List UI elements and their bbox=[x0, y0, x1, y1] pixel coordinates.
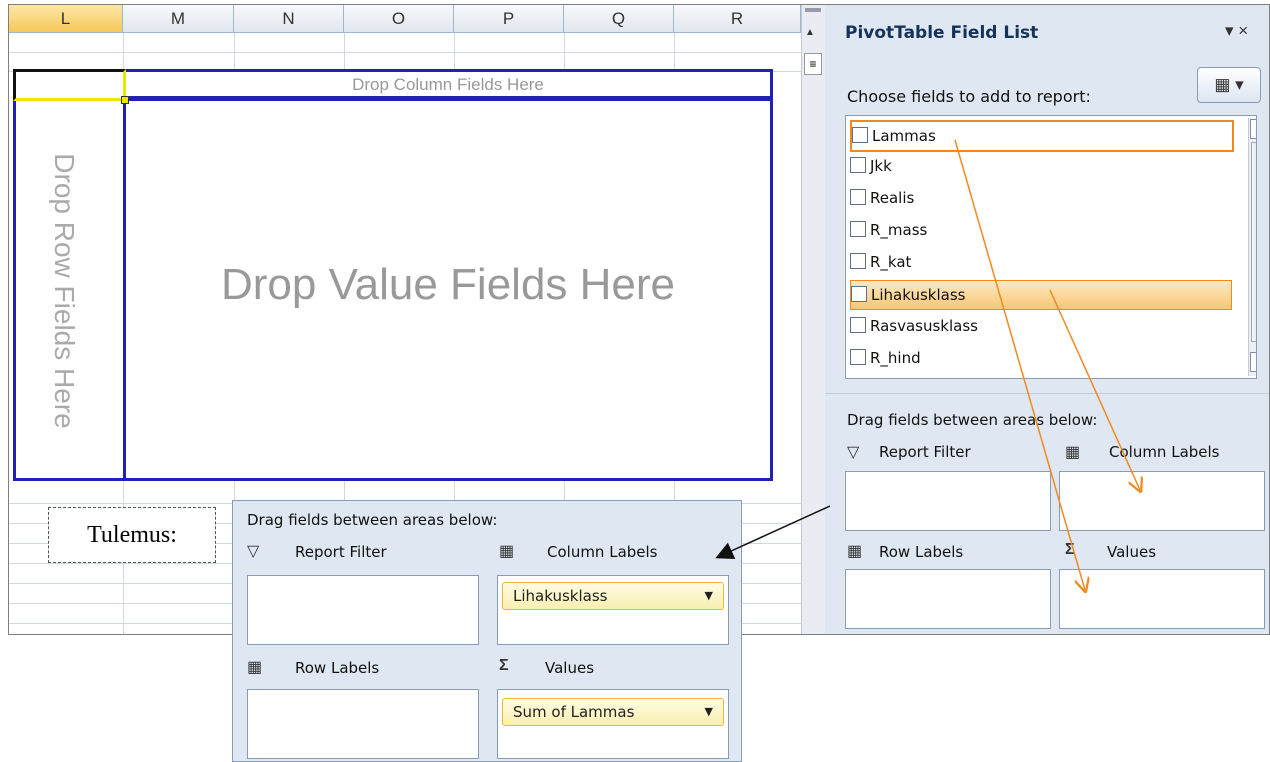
arrow-to-result bbox=[715, 505, 831, 559]
arrow-lihakusklass-to-column-labels bbox=[1049, 289, 1140, 490]
arrow-lammas-to-values bbox=[954, 139, 1085, 590]
annotation-arrows bbox=[715, 139, 1270, 762]
